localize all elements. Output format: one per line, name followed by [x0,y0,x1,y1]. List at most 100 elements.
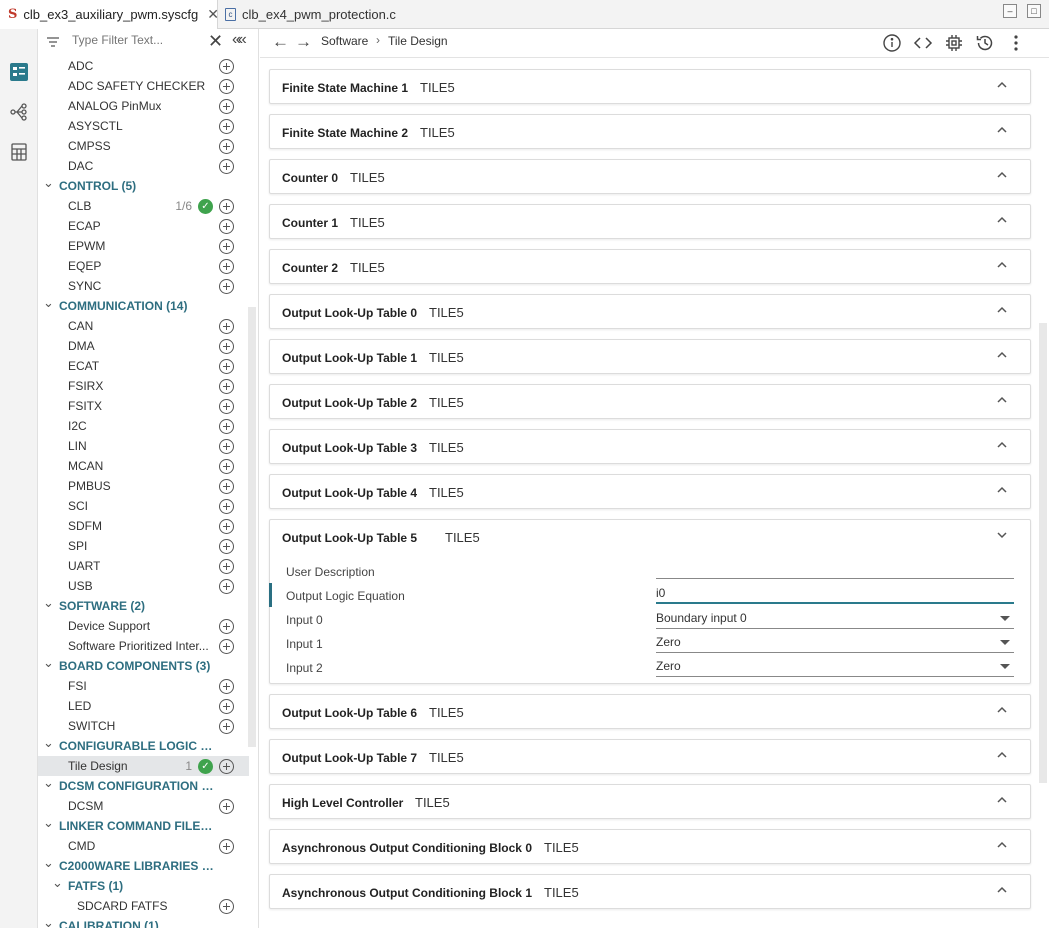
forward-arrow-icon[interactable]: → [295,32,312,52]
user-description-input[interactable] [656,561,1014,579]
tree-item[interactable]: DAC [38,156,249,176]
config-panel[interactable]: Counter 0 TILE5 [269,159,1031,194]
info-icon[interactable] [882,33,902,53]
chevron-down-icon[interactable]: ⌄ [43,816,54,830]
tree-item[interactable]: MCAN [38,456,249,476]
add-circle-icon[interactable] [219,759,234,774]
add-circle-icon[interactable] [219,419,234,434]
dropdown-arrow-icon[interactable] [1000,664,1010,669]
config-panel[interactable]: Output Look-Up Table 3 TILE5 [269,429,1031,464]
tree-item[interactable]: EQEP [38,256,249,276]
chevron-down-icon[interactable]: ⌄ [43,736,54,750]
tree-category[interactable]: ⌄ SOFTWARE (2) [38,596,249,616]
add-circle-icon[interactable] [219,139,234,154]
chevron-down-icon[interactable]: ⌄ [43,656,54,670]
tree-item[interactable]: CMPSS [38,136,249,156]
add-circle-icon[interactable] [219,519,234,534]
add-circle-icon[interactable] [219,99,234,114]
add-circle-icon[interactable] [219,479,234,494]
chevron-down-icon[interactable]: ⌄ [43,296,54,310]
tree-item[interactable]: UART [38,556,249,576]
chip-icon[interactable] [944,33,964,53]
add-circle-icon[interactable] [219,899,234,914]
tree-item[interactable]: ECAT [38,356,249,376]
chevron-up-icon[interactable] [996,124,1008,136]
chevron-down-icon[interactable] [996,529,1008,541]
chevron-up-icon[interactable] [996,79,1008,91]
tree-item[interactable]: LIN [38,436,249,456]
config-panel[interactable]: Output Look-Up Table 4 TILE5 [269,474,1031,509]
back-arrow-icon[interactable]: ← [272,32,289,52]
chevron-down-icon[interactable]: ⌄ [52,876,63,890]
tree-item[interactable]: FSITX [38,396,249,416]
software-view-icon[interactable] [9,62,29,82]
output-logic-equation-input[interactable]: i0 [656,586,1014,604]
config-panel[interactable]: Output Look-Up Table 1 TILE5 [269,339,1031,374]
chevron-down-icon[interactable]: ⌄ [43,776,54,790]
add-circle-icon[interactable] [219,259,234,274]
sidebar-scrollbar[interactable] [248,307,256,747]
chevron-up-icon[interactable] [996,839,1008,851]
tree-item[interactable]: SYNC [38,276,249,296]
more-options-icon[interactable] [1006,33,1026,53]
chevron-up-icon[interactable] [996,259,1008,271]
tree-item[interactable]: EPWM [38,236,249,256]
tree-category[interactable]: ⌄ BOARD COMPONENTS (3) [38,656,249,676]
chevron-up-icon[interactable] [996,749,1008,761]
tree-item[interactable]: CAN [38,316,249,336]
dropdown-arrow-icon[interactable] [1000,616,1010,621]
hierarchy-icon[interactable] [9,102,29,122]
chevron-up-icon[interactable] [996,169,1008,181]
tree-item[interactable]: FSIRX [38,376,249,396]
config-panel[interactable]: Counter 1 TILE5 [269,204,1031,239]
config-panel[interactable]: High Level Controller TILE5 [269,784,1031,819]
chevron-down-icon[interactable]: ⌄ [43,176,54,190]
filter-input[interactable] [72,33,202,47]
add-circle-icon[interactable] [219,619,234,634]
tree-item[interactable]: SCI [38,496,249,516]
add-circle-icon[interactable] [219,559,234,574]
add-circle-icon[interactable] [219,199,234,214]
config-panel[interactable]: Output Look-Up Table 5 TILE5 User Descript… [269,519,1031,684]
tree-item[interactable]: LED [38,696,249,716]
tree-category[interactable]: ⌄ CONFIGURABLE LOGIC BL... [38,736,249,756]
tree-item[interactable]: USB [38,576,249,596]
code-view-icon[interactable] [913,33,933,53]
config-panel[interactable]: Asynchronous Output Conditioning Block 1… [269,874,1031,909]
add-circle-icon[interactable] [219,539,234,554]
tree-item[interactable]: SWITCH [38,716,249,736]
add-circle-icon[interactable] [219,359,234,374]
tree-category[interactable]: ⌄ LINKER COMMAND FILE C... [38,816,249,836]
config-panel[interactable]: Finite State Machine 2 TILE5 [269,114,1031,149]
main-scrollbar[interactable] [1039,323,1047,783]
add-circle-icon[interactable] [219,839,234,854]
add-circle-icon[interactable] [219,339,234,354]
config-panel[interactable]: Output Look-Up Table 6 TILE5 [269,694,1031,729]
tree-category[interactable]: ⌄ C2000WARE LIBRARIES (5) [38,856,249,876]
maximize-icon[interactable]: □ [1027,4,1041,18]
tree-item[interactable]: Tile Design 1 ✓ [38,756,249,776]
tree-subcategory[interactable]: ⌄ FATFS (1) [38,876,249,896]
breadcrumb-root[interactable]: Software [321,34,368,48]
config-panel[interactable]: Counter 2 TILE5 [269,249,1031,284]
tree-item[interactable]: ADC SAFETY CHECKER [38,76,249,96]
calculator-icon[interactable] [9,142,29,162]
chevron-up-icon[interactable] [996,794,1008,806]
add-circle-icon[interactable] [219,379,234,394]
tree-item[interactable]: SDFM [38,516,249,536]
add-circle-icon[interactable] [219,439,234,454]
input-0-select[interactable]: Boundary input 0 [656,611,1014,629]
chevron-up-icon[interactable] [996,349,1008,361]
close-icon[interactable]: ✕ [207,6,219,23]
tab-syscfg[interactable]: S clb_ex3_auxiliary_pwm.syscfg ✕ [0,0,219,29]
tree-item[interactable]: SDCARD FATFS [38,896,249,916]
tree-item[interactable]: Software Prioritized Inter... [38,636,249,656]
chevron-up-icon[interactable] [996,304,1008,316]
tree-item[interactable]: SPI [38,536,249,556]
add-circle-icon[interactable] [219,119,234,134]
config-panel[interactable]: Output Look-Up Table 7 TILE5 [269,739,1031,774]
config-panel[interactable]: Finite State Machine 1 TILE5 [269,69,1031,104]
tree-item[interactable]: DMA [38,336,249,356]
dropdown-arrow-icon[interactable] [1000,640,1010,645]
chevron-up-icon[interactable] [996,439,1008,451]
